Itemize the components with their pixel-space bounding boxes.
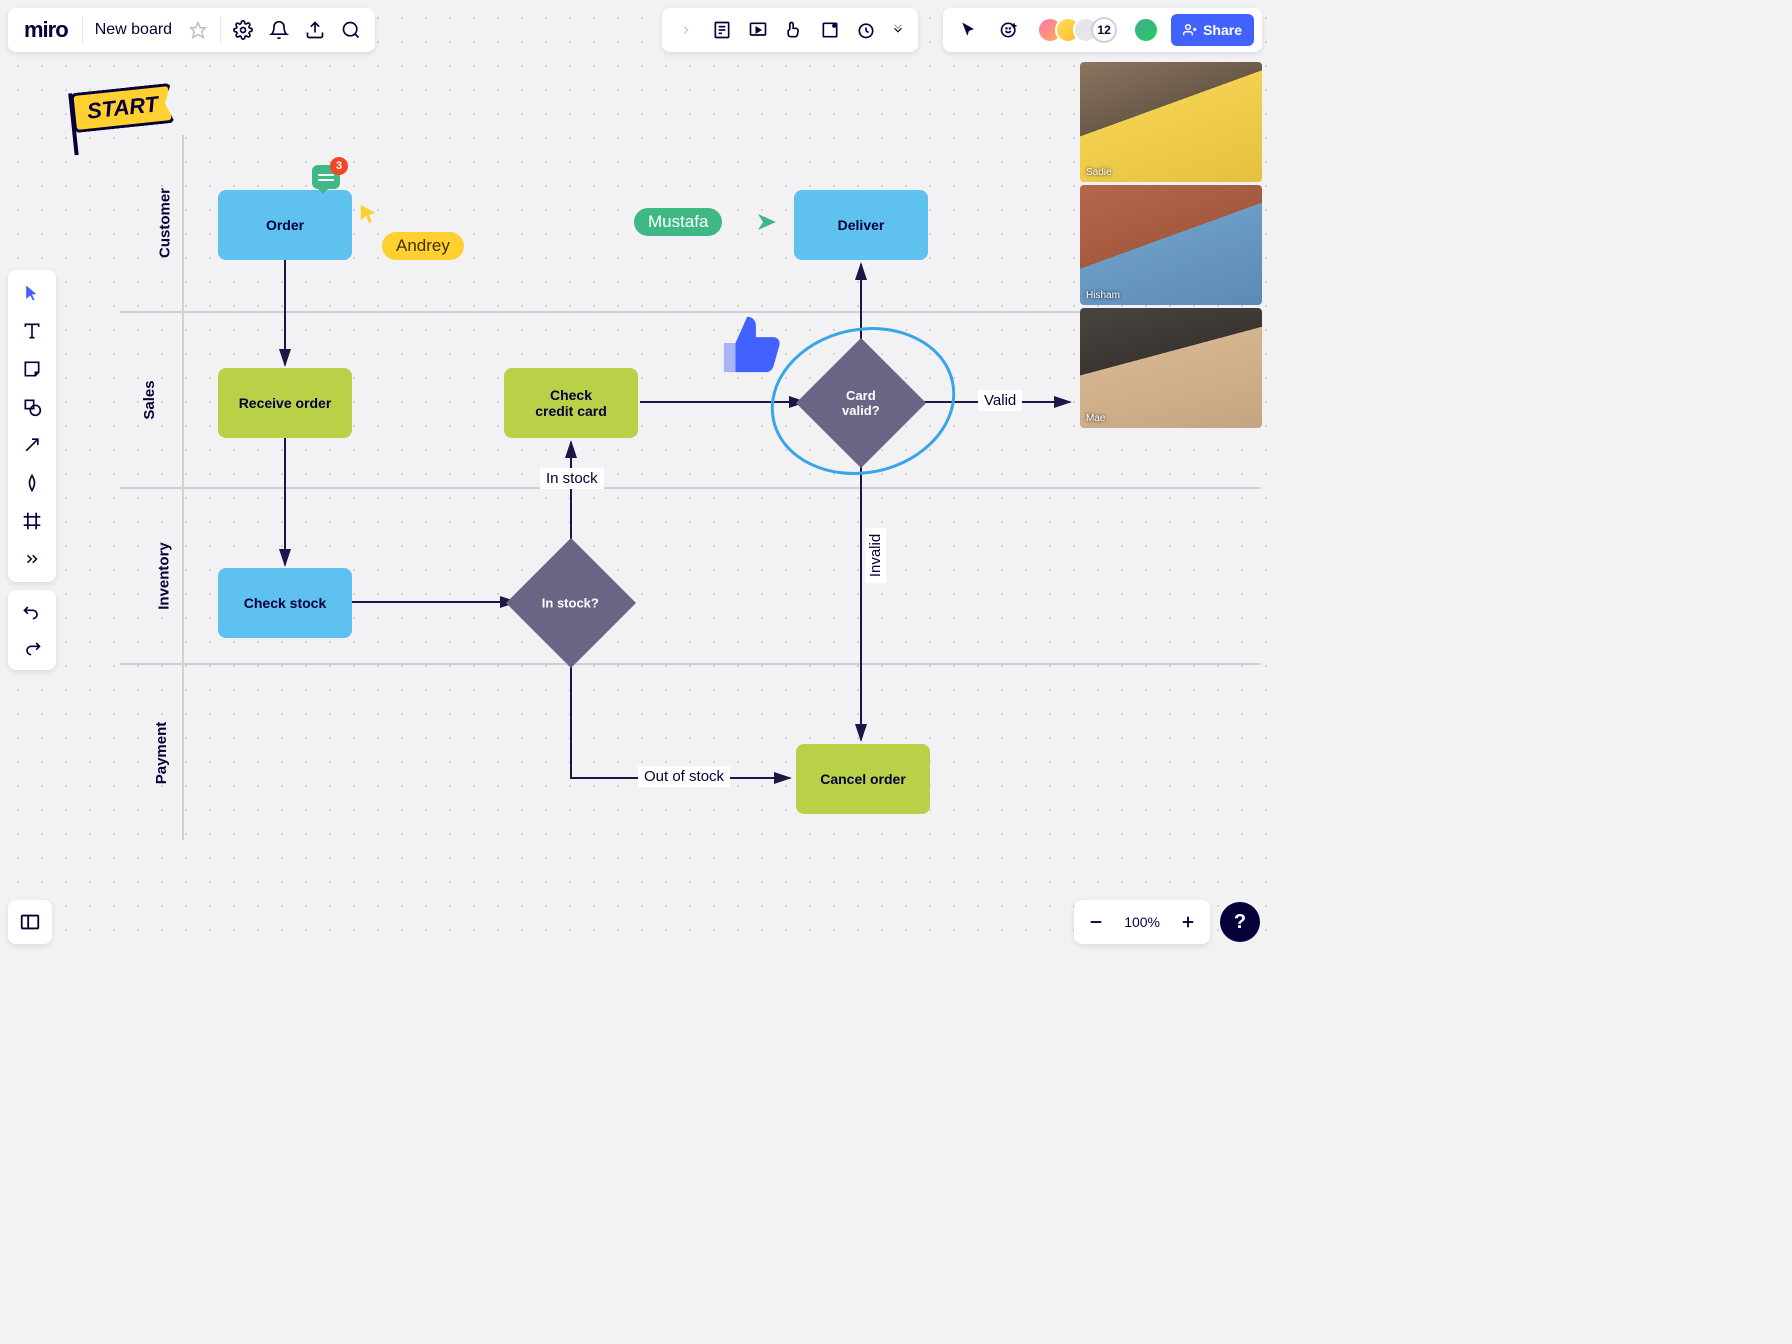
notes-icon[interactable] [704, 12, 740, 48]
zoom-value[interactable]: 100% [1114, 914, 1170, 930]
topbar-right: 12 Share [943, 8, 1262, 52]
node-receive-order[interactable]: Receive order [218, 368, 352, 438]
more-apps-icon[interactable] [884, 12, 912, 48]
zoom-out-icon[interactable] [1078, 904, 1114, 940]
cursor-mustafa-icon [756, 210, 780, 234]
node-check-stock[interactable]: Check stock [218, 568, 352, 638]
edge-label: Valid [978, 390, 1022, 411]
board-title[interactable]: New board [87, 21, 180, 39]
cursor-mode-icon[interactable] [951, 12, 987, 48]
present-icon[interactable] [740, 12, 776, 48]
video-name: Sadie [1086, 167, 1112, 178]
help-button[interactable]: ? [1220, 902, 1260, 942]
more-tools-icon[interactable] [12, 540, 52, 578]
minimap-toggle-icon[interactable] [8, 900, 52, 944]
avatar-stack[interactable]: 12 [1037, 17, 1117, 43]
thumbs-up-reaction[interactable] [718, 308, 788, 378]
lane-payment: Payment [120, 665, 1260, 841]
pen-tool-icon[interactable] [12, 464, 52, 502]
video-name: Mae [1086, 413, 1105, 424]
sticky-note-tool-icon[interactable] [12, 350, 52, 388]
undo-icon[interactable] [12, 594, 52, 630]
comment-count-badge: 3 [330, 157, 348, 175]
timer-icon[interactable] [848, 12, 884, 48]
search-icon[interactable] [333, 12, 369, 48]
zoom-controls: 100% [1074, 900, 1210, 944]
logo[interactable]: miro [14, 17, 78, 43]
avatar-count: 12 [1091, 17, 1117, 43]
lane-label: Customer [157, 188, 174, 258]
share-button[interactable]: Share [1171, 14, 1254, 46]
video-tile[interactable]: Sadie [1080, 62, 1262, 182]
video-tile[interactable]: Hisham [1080, 185, 1262, 305]
bell-icon[interactable] [261, 12, 297, 48]
cursor-tag-mustafa: Mustafa [634, 208, 722, 236]
edge-label: In stock [540, 468, 604, 489]
node-cancel-order[interactable]: Cancel order [796, 744, 930, 814]
divider [220, 16, 221, 44]
node-deliver[interactable]: Deliver [794, 190, 928, 260]
node-order[interactable]: Order [218, 190, 352, 260]
node-check-credit[interactable]: Check credit card [504, 368, 638, 438]
share-label: Share [1203, 22, 1242, 38]
edge-label: Out of stock [638, 766, 730, 787]
cursor-tag-andrey: Andrey [382, 232, 464, 260]
zoom-in-icon[interactable] [1170, 904, 1206, 940]
lane-label: Inventory [155, 542, 172, 610]
settings-icon[interactable] [225, 12, 261, 48]
lane-label: Payment [153, 722, 170, 785]
video-strip: Sadie Hisham Mae [1080, 62, 1262, 428]
cursor-andrey-icon [358, 203, 380, 225]
frames-icon[interactable] [812, 12, 848, 48]
undo-redo-panel [8, 590, 56, 670]
toolbar-left [8, 270, 56, 582]
video-tile[interactable]: Mae [1080, 308, 1262, 428]
star-icon[interactable] [180, 12, 216, 48]
select-tool-icon[interactable] [12, 274, 52, 312]
export-icon[interactable] [297, 12, 333, 48]
shapes-tool-icon[interactable] [12, 388, 52, 426]
avatar-self[interactable] [1133, 17, 1159, 43]
topbar-center [662, 8, 918, 52]
frame-tool-icon[interactable] [12, 502, 52, 540]
lane-label: Sales [141, 380, 158, 419]
comment-indicator[interactable]: 3 [312, 165, 340, 189]
diamond-label: In stock? [542, 595, 599, 610]
divider [82, 16, 83, 44]
reactions-icon[interactable] [776, 12, 812, 48]
chevron-right-icon[interactable] [668, 12, 704, 48]
edge-label: Invalid [865, 528, 886, 583]
reactions-add-icon[interactable] [991, 12, 1027, 48]
redo-icon[interactable] [12, 630, 52, 666]
video-name: Hisham [1086, 290, 1120, 301]
arrow-tool-icon[interactable] [12, 426, 52, 464]
topbar-left: miro New board [8, 8, 375, 52]
text-tool-icon[interactable] [12, 312, 52, 350]
